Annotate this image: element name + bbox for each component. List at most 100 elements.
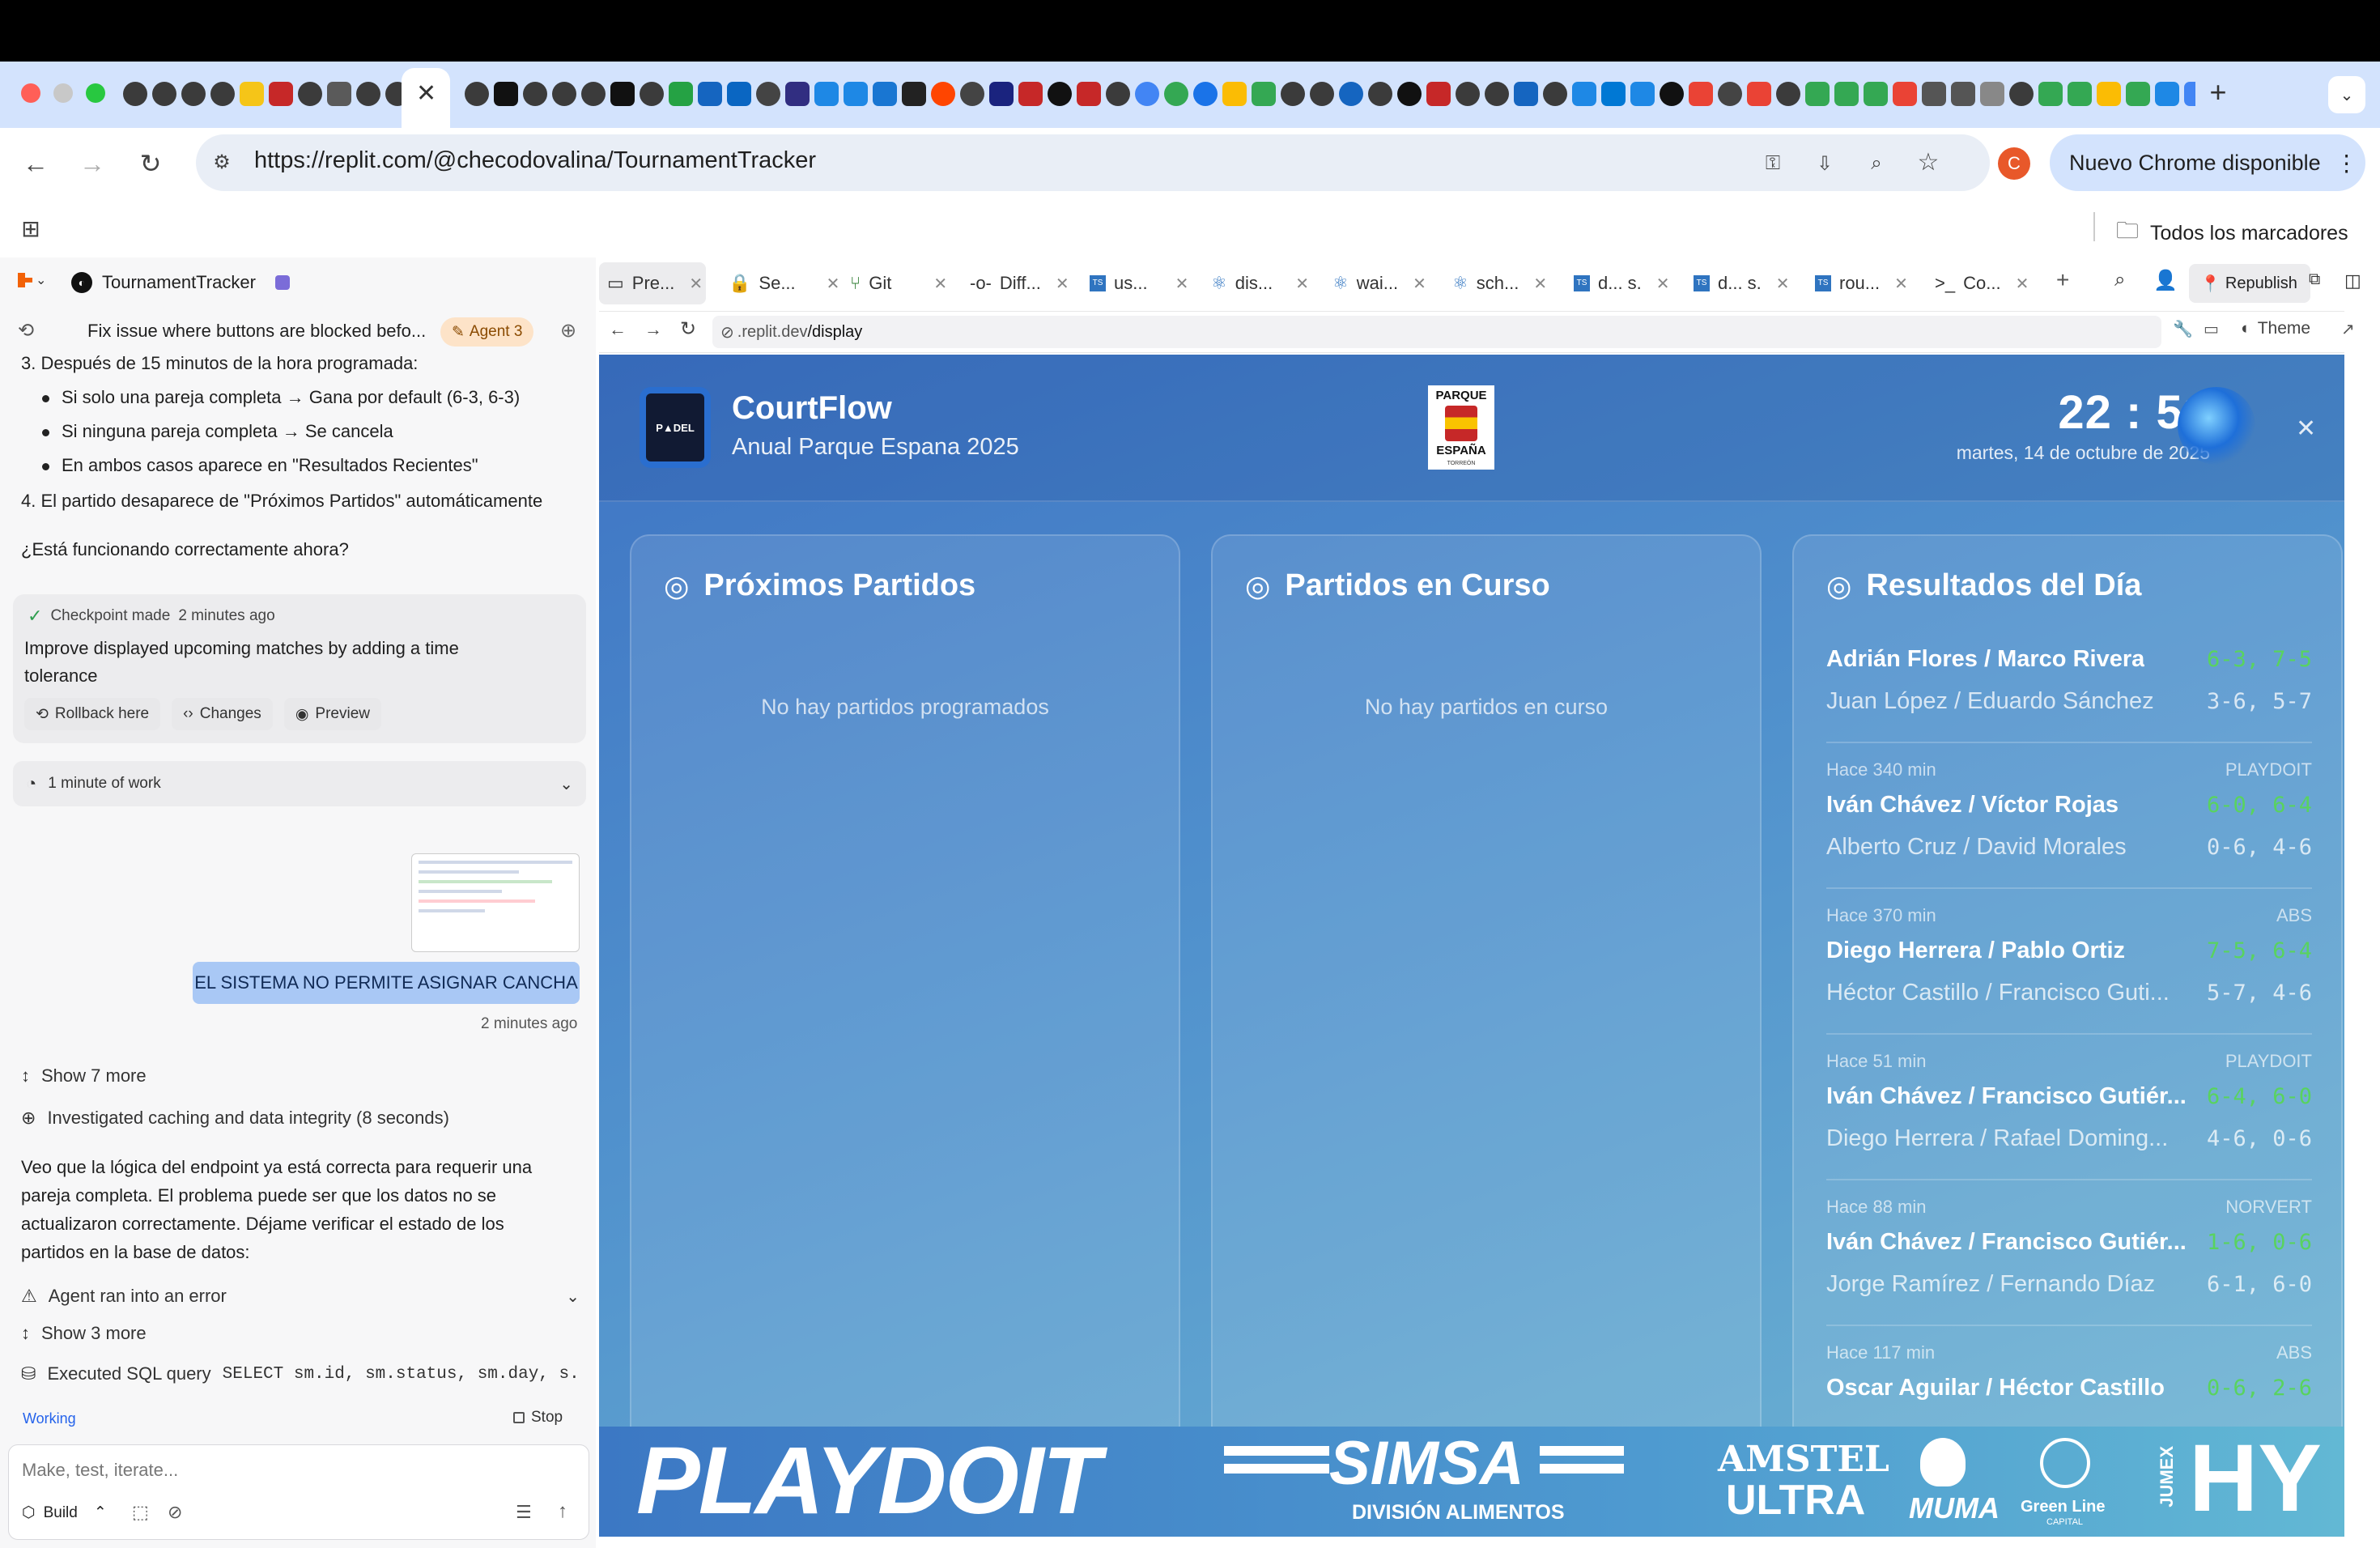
tab-favicon[interactable] [465, 82, 489, 106]
tab-file-ds-2[interactable]: TS d... s. ✕ [1694, 264, 1790, 303]
copy-icon[interactable]: ⧉ [2309, 270, 2320, 289]
close-tab-icon[interactable]: ✕ [933, 274, 947, 294]
tab-favicon[interactable] [1660, 82, 1684, 106]
chrome-update-button[interactable]: Nuevo Chrome disponible ⋮ [2050, 134, 2365, 191]
maximize-window-button[interactable] [86, 83, 105, 103]
build-mode-button[interactable]: ⬡ Build ⌃ [22, 1503, 107, 1522]
tab-favicon[interactable] [1718, 82, 1742, 106]
work-summary-row[interactable]: ◔ 1 minute of work ⌄ [13, 761, 586, 806]
tab-favicon[interactable] [1106, 82, 1130, 106]
tab-file-ds-1[interactable]: TS d... s. ✕ [1574, 264, 1670, 303]
settings-sliders-icon[interactable]: ☰ [516, 1502, 532, 1523]
tab-favicon[interactable] [785, 82, 810, 106]
close-tab-icon[interactable]: ✕ [1533, 274, 1547, 294]
close-tab-icon[interactable]: ✕ [1894, 274, 1908, 294]
tab-favicon[interactable] [1543, 82, 1567, 106]
tab-preview[interactable]: ▭ Pre... ✕ [607, 264, 703, 303]
tab-favicon[interactable] [2038, 82, 2063, 106]
theme-button[interactable]: ◐ Theme [2241, 319, 2310, 338]
preview-forward-icon[interactable]: → [644, 319, 662, 340]
tab-favicon[interactable] [960, 82, 984, 106]
close-tab-icon[interactable]: ✕ [1656, 274, 1670, 294]
password-key-icon[interactable]: ⚿ [1758, 149, 1787, 178]
tab-favicon[interactable] [240, 82, 264, 106]
rollback-button[interactable]: ⟲ Rollback here [24, 698, 161, 730]
close-tab-icon[interactable]: ✕ [689, 274, 703, 294]
search-icon[interactable]: ⌕ [2114, 269, 2125, 291]
close-window-button[interactable] [21, 83, 40, 103]
tab-favicon[interactable] [931, 82, 955, 106]
tab-favicon[interactable] [1951, 82, 1975, 106]
select-element-icon[interactable]: ⬚ [132, 1502, 149, 1523]
tab-favicon[interactable] [1018, 82, 1043, 106]
attach-icon[interactable]: ⊘ [168, 1502, 182, 1523]
tab-favicon[interactable] [1426, 82, 1451, 106]
tab-favicon[interactable] [1893, 82, 1917, 106]
tab-favicon[interactable] [1572, 82, 1596, 106]
history-icon[interactable]: ⟲ [18, 319, 34, 342]
tab-favicon[interactable] [552, 82, 576, 106]
site-settings-icon[interactable]: ⚙ [209, 149, 235, 175]
tab-favicon[interactable] [1397, 82, 1422, 106]
back-icon[interactable]: ← [21, 149, 50, 178]
add-tab-icon[interactable]: + [2056, 267, 2069, 293]
close-tab-icon[interactable]: ✕ [827, 274, 840, 294]
close-tab-icon[interactable]: ✕ [1413, 274, 1426, 294]
chat-input-placeholder[interactable]: Make, test, iterate... [22, 1460, 178, 1481]
tab-favicon[interactable] [581, 82, 606, 106]
tab-favicon[interactable] [1077, 82, 1101, 106]
tab-favicon[interactable] [902, 82, 926, 106]
show-more-button-2[interactable]: ↕ Show 3 more [21, 1323, 147, 1344]
chat-input-box[interactable]: Make, test, iterate... ⬡ Build ⌃ ⬚ ⊘ ☰ ↑ [8, 1444, 589, 1540]
tab-favicon[interactable] [814, 82, 839, 106]
tab-favicon[interactable] [873, 82, 897, 106]
preview-reload-icon[interactable]: ↻ [680, 317, 696, 341]
tab-favicon[interactable] [1601, 82, 1626, 106]
close-tab-icon[interactable]: ✕ [1056, 274, 1069, 294]
new-chat-icon[interactable]: ⊕ [560, 319, 576, 342]
close-display-icon[interactable]: ✕ [2296, 415, 2316, 443]
thread-title[interactable]: Fix issue where buttons are blocked befo… [87, 321, 426, 342]
tab-favicon[interactable] [610, 82, 635, 106]
reload-icon[interactable]: ↻ [136, 149, 165, 178]
tab-file-rou[interactable]: TS rou... ✕ [1815, 264, 1908, 303]
tab-favicon[interactable] [669, 82, 693, 106]
tab-favicon[interactable] [1747, 82, 1771, 106]
tab-diff[interactable]: -o- Diff... ✕ [970, 264, 1069, 303]
close-tab-icon[interactable]: ✕ [1776, 274, 1790, 294]
tab-favicon[interactable] [1980, 82, 2004, 106]
tab-favicon[interactable] [1048, 82, 1072, 106]
sql-query-row[interactable]: ⛁ Executed SQL query SELECT sm.id, sm.sta… [21, 1363, 580, 1384]
tab-favicon[interactable] [2155, 82, 2179, 106]
attached-screenshot-thumbnail[interactable] [411, 853, 580, 952]
agent-error-row[interactable]: ⚠ Agent ran into an error ⌄ [21, 1286, 580, 1307]
tab-favicon[interactable] [181, 82, 206, 106]
tab-file-us[interactable]: TS us... ✕ [1090, 264, 1188, 303]
tab-file-dis[interactable]: ⚛ dis... ✕ [1211, 264, 1309, 303]
tab-favicon[interactable] [210, 82, 235, 106]
close-tab-icon[interactable]: ✕ [1295, 274, 1309, 294]
tab-favicon[interactable] [1135, 82, 1159, 106]
install-app-icon[interactable]: ⇩ [1810, 149, 1839, 178]
tab-favicon[interactable] [523, 82, 547, 106]
show-more-button[interactable]: ↕ Show 7 more [21, 1065, 147, 1087]
tab-favicon[interactable] [1164, 82, 1188, 106]
tab-favicon[interactable] [2126, 82, 2150, 106]
invite-user-icon[interactable]: 👤 [2153, 269, 2178, 292]
changes-button[interactable]: ‹› Changes [172, 698, 273, 730]
tab-favicon[interactable] [640, 82, 664, 106]
tab-favicon[interactable] [1456, 82, 1480, 106]
open-new-window-icon[interactable]: ↗ [2341, 319, 2355, 339]
republish-button[interactable]: 📍 Republish [2189, 264, 2310, 303]
preview-back-icon[interactable]: ← [609, 319, 627, 340]
tab-secrets[interactable]: 🔒 Se... ✕ [729, 264, 839, 303]
tab-favicon[interactable] [1368, 82, 1392, 106]
close-tab-icon[interactable]: ✕ [416, 79, 436, 108]
tab-favicon[interactable] [1834, 82, 1859, 106]
tab-favicon[interactable] [1222, 82, 1247, 106]
tab-file-wai[interactable]: ⚛ wai... ✕ [1332, 264, 1426, 303]
more-menu-icon[interactable]: ⋮ [2335, 150, 2358, 176]
split-panel-icon[interactable]: ◫ [2344, 270, 2361, 291]
preview-url-field[interactable]: ⊘ .replit.dev/display [712, 316, 2161, 348]
tab-favicon[interactable] [494, 82, 518, 106]
